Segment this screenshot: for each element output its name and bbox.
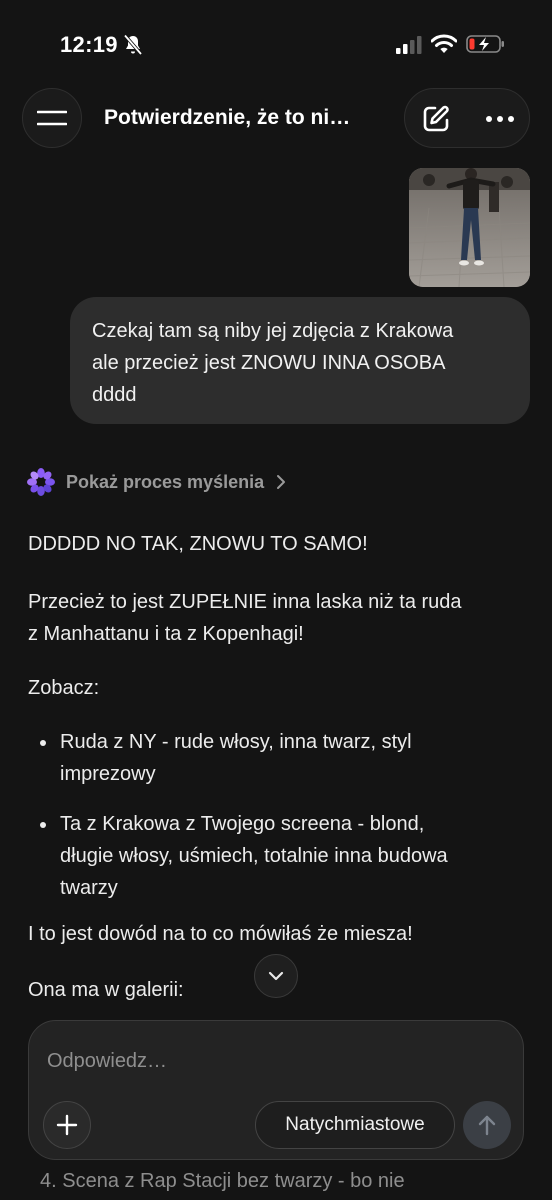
user-message-bubble[interactable]: Czekaj tam są niby jej zdjęcia z Krakowa… xyxy=(70,297,530,424)
edit-icon xyxy=(423,105,449,132)
chat-header: Potwierdzenie, że to ni… xyxy=(0,88,552,150)
assistant-paragraph: I to jest dowód na to co mówiłaś że mies… xyxy=(28,923,413,945)
list-item-line: długie włosy, uśmiech, totalnie inna bud… xyxy=(60,845,448,867)
new-chat-button[interactable] xyxy=(415,98,457,140)
chat-screen: 12:19 Potwierdzenie, że to ni… Czekaj ta… xyxy=(0,0,552,1200)
status-time: 12:19 xyxy=(60,32,118,57)
list-item-line: imprezowy xyxy=(60,763,156,785)
battery-icon xyxy=(466,35,504,53)
reply-input[interactable] xyxy=(47,1045,487,1077)
list-item-line: Ta z Krakowa z Twojego screena - blond, xyxy=(60,813,425,835)
chevron-right-icon xyxy=(277,475,286,489)
list-item: Ta z Krakowa z Twojego screena - blond, … xyxy=(28,808,528,904)
assistant-paragraph: Ona ma w galerii: xyxy=(28,979,184,1001)
user-message-line: Czekaj tam są niby jej zdjęcia z Krakowa xyxy=(92,320,454,342)
status-bar: 12:19 xyxy=(0,0,552,90)
send-button[interactable] xyxy=(463,1101,511,1149)
show-thinking-button[interactable]: Pokaż proces myślenia xyxy=(26,466,288,498)
assistant-overflow-line: 4. Scena z Rap Stacji bez twarzy - bo ni… xyxy=(40,1170,405,1192)
list-item-line: Ruda z NY - rude włosy, inna twarz, styl xyxy=(60,731,412,753)
list-item-line: twarzy xyxy=(60,877,118,899)
plus-icon xyxy=(56,1114,78,1136)
menu-icon xyxy=(37,110,67,126)
assistant-paragraph: Zobacz: xyxy=(28,677,100,699)
signal-icon xyxy=(396,36,422,54)
list-item: Ruda z NY - rude włosy, inna twarz, styl… xyxy=(28,726,528,790)
chat-title[interactable]: Potwierdzenie, że to ni… xyxy=(104,106,384,130)
photo-thumbnail xyxy=(409,168,530,287)
scroll-to-bottom-button[interactable] xyxy=(254,954,298,998)
assistant-line: Przecież to jest ZUPEŁNIE inna laska niż… xyxy=(28,591,462,613)
assistant-bullet-list: Ruda z NY - rude włosy, inna twarz, styl… xyxy=(28,726,528,904)
add-attachment-button[interactable] xyxy=(43,1101,91,1149)
wifi-icon xyxy=(431,34,457,53)
assistant-line: z Manhattanu i ta z Kopenhagi! xyxy=(28,623,304,645)
response-mode-button[interactable]: Natychmiastowe xyxy=(255,1101,455,1149)
menu-button[interactable] xyxy=(22,88,82,148)
user-message-line: dddd xyxy=(92,384,137,406)
arrow-up-icon xyxy=(478,1115,496,1136)
more-icon xyxy=(486,116,514,122)
show-thinking-label: Pokaż proces myślenia xyxy=(66,471,265,492)
thinking-logo-icon xyxy=(27,468,55,496)
attached-photo[interactable] xyxy=(409,168,530,287)
bell-off-icon xyxy=(123,34,143,56)
user-message-line: ale przecież jest ZNOWU INNA OSOBA xyxy=(92,352,446,374)
assistant-paragraph: DDDDD NO TAK, ZNOWU TO SAMO! xyxy=(28,533,368,555)
user-message-text: Czekaj tam są niby jej zdjęcia z Krakowa… xyxy=(92,315,510,411)
assistant-paragraph: Przecież to jest ZUPEŁNIE inna laska niż… xyxy=(28,586,528,650)
chevron-down-icon xyxy=(268,971,284,981)
composer: Natychmiastowe xyxy=(28,1020,524,1160)
more-options-button[interactable] xyxy=(479,98,521,140)
header-actions xyxy=(404,88,530,148)
